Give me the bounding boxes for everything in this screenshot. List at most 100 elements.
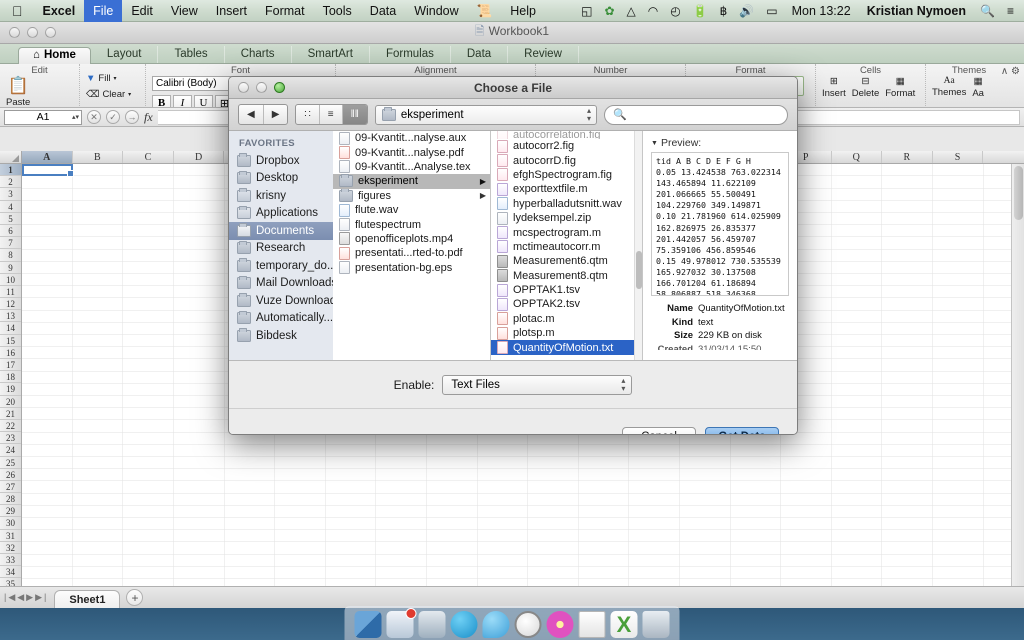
list-item[interactable]: exporttextfile.m: [491, 182, 642, 196]
tab-data[interactable]: Data: [451, 46, 509, 63]
menu-item-data[interactable]: Data: [361, 0, 405, 22]
delete-cells-button[interactable]: ⊟ Delete: [852, 76, 879, 99]
sidebar-item-dropbox[interactable]: Dropbox: [229, 152, 350, 170]
row-header-12[interactable]: 12: [0, 298, 21, 311]
vertical-scrollbar[interactable]: [1011, 164, 1024, 586]
column-header-A[interactable]: A: [22, 151, 73, 163]
row-header-14[interactable]: 14: [0, 322, 21, 335]
row-header-30[interactable]: 30: [0, 517, 21, 530]
list-item[interactable]: Measurement8.qtm: [491, 269, 642, 283]
column-header-C[interactable]: C: [123, 151, 174, 163]
list-item-eksperiment[interactable]: eksperiment ▶: [333, 174, 490, 189]
sidebar-item-mail-downloads[interactable]: Mail Downloads: [229, 275, 350, 293]
list-item[interactable]: autocorrelation.fig: [491, 131, 642, 139]
sidebar-item-automatically[interactable]: Automatically...: [229, 310, 350, 328]
vertical-scrollbar-thumb[interactable]: [1014, 166, 1023, 220]
list-item[interactable]: OPPTAK1.tsv: [491, 283, 642, 297]
row-header-34[interactable]: 34: [0, 566, 21, 579]
row-header-18[interactable]: 18: [0, 371, 21, 384]
row-header-29[interactable]: 29: [0, 505, 21, 518]
list-item[interactable]: 09-Kvantit...nalyse.pdf: [333, 145, 490, 160]
row-header-31[interactable]: 31: [0, 530, 21, 542]
list-item[interactable]: plotsp.m: [491, 326, 642, 340]
script-menu-icon[interactable]: 📜: [468, 0, 502, 22]
row-header-27[interactable]: 27: [0, 481, 21, 494]
timemachine-icon[interactable]: ◴: [664, 0, 686, 22]
sidebar-item-applications[interactable]: Applications: [229, 205, 350, 223]
bold-button[interactable]: B: [152, 95, 171, 107]
sidebar-item-bibdesk[interactable]: Bibdesk: [229, 327, 350, 345]
list-item[interactable]: 09-Kvantit...nalyse.aux: [333, 131, 490, 145]
row-header-20[interactable]: 20: [0, 396, 21, 408]
list-item[interactable]: hyperballadutsnitt.wav: [491, 197, 642, 211]
column-scrollbar-thumb[interactable]: [636, 251, 642, 289]
theme-colors-button[interactable]: ▦ Aa: [972, 76, 984, 99]
view-mode-buttons[interactable]: ∷ ≡ ‖‖: [295, 104, 368, 125]
row-header-16[interactable]: 16: [0, 347, 21, 359]
menu-item-help[interactable]: Help: [501, 0, 545, 22]
list-item[interactable]: openofficeplots.mp4: [333, 232, 490, 246]
sidebar-item-desktop[interactable]: Desktop: [229, 170, 350, 188]
tab-formulas[interactable]: Formulas: [370, 46, 451, 63]
list-item[interactable]: figures ▶: [333, 188, 490, 203]
search-input[interactable]: 🔍: [604, 104, 788, 125]
row-header-1[interactable]: 1: [0, 164, 21, 177]
tab-tables[interactable]: Tables: [158, 46, 225, 63]
row-header-24[interactable]: 24: [0, 444, 21, 457]
paste-button[interactable]: 📋 Paste: [6, 76, 30, 107]
sheet-tab-sheet1[interactable]: Sheet1: [54, 589, 121, 610]
mail-icon[interactable]: [386, 608, 417, 638]
row-header-25[interactable]: 25: [0, 457, 21, 469]
themes-button[interactable]: Aa Themes: [932, 76, 966, 98]
excel-icon[interactable]: X: [610, 611, 638, 638]
disclosure-triangle-icon[interactable]: ▼: [651, 140, 658, 147]
row-header-6[interactable]: 6: [0, 225, 21, 238]
row-header-17[interactable]: 17: [0, 359, 21, 372]
list-item[interactable]: flutespectrum: [333, 217, 490, 232]
list-item-quantityofmotion[interactable]: QuantityOfMotion.txt: [491, 340, 642, 355]
menu-item-format[interactable]: Format: [256, 0, 314, 22]
add-sheet-button[interactable]: +: [126, 589, 144, 606]
opera-icon[interactable]: [514, 611, 542, 638]
column-scrollbar[interactable]: [634, 131, 642, 360]
bluetooth-icon[interactable]: ฿: [714, 0, 734, 22]
name-box-stepper-icon[interactable]: ▴▾: [72, 113, 79, 121]
stepper-icon[interactable]: ▴ ▾: [587, 106, 591, 123]
preview-header[interactable]: ▼ Preview:: [651, 137, 789, 149]
column-header-B[interactable]: B: [73, 151, 124, 163]
apple-logo-icon[interactable]: : [0, 4, 34, 18]
column-header-Q[interactable]: Q: [832, 151, 883, 163]
menu-item-edit[interactable]: Edit: [122, 0, 162, 22]
italic-button[interactable]: I: [173, 95, 192, 107]
row-header-15[interactable]: 15: [0, 335, 21, 347]
sheet-nav-arrows-icon[interactable]: |◀◀▶▶|: [4, 592, 48, 603]
menubar-clock[interactable]: Mon 13:22: [784, 4, 859, 18]
row-header-8[interactable]: 8: [0, 249, 21, 262]
underline-button[interactable]: U: [194, 95, 213, 107]
menubar-username[interactable]: Kristian Nymoen: [859, 4, 974, 18]
insert-cells-button[interactable]: ⊞ Insert: [822, 76, 846, 99]
row-header-7[interactable]: 7: [0, 237, 21, 250]
font-name-field[interactable]: Calibri (Body) ▾: [152, 76, 240, 91]
icon-view-icon[interactable]: ∷: [296, 105, 320, 124]
fx-icon[interactable]: fx: [144, 110, 153, 125]
list-item[interactable]: lydeksempel.zip: [491, 211, 642, 225]
row-header-19[interactable]: 19: [0, 383, 21, 396]
sidebar-item-temporary-documents[interactable]: temporary_do...: [229, 257, 350, 275]
menu-item-tools[interactable]: Tools: [314, 0, 361, 22]
list-item[interactable]: presentation-bg.eps: [333, 261, 490, 275]
menu-item-window[interactable]: Window: [405, 0, 467, 22]
document-icon[interactable]: [578, 611, 606, 638]
column-header-R[interactable]: R: [882, 151, 933, 163]
tab-review[interactable]: Review: [508, 46, 579, 63]
column-header-D[interactable]: D: [174, 151, 225, 163]
row-header-2[interactable]: 2: [0, 176, 21, 189]
photos-flower-icon[interactable]: [546, 611, 574, 638]
fill-button[interactable]: ▼ Fill ▾: [86, 73, 117, 84]
column-view-icon[interactable]: ‖‖: [342, 105, 367, 124]
trash-icon[interactable]: [642, 611, 670, 638]
row-header-3[interactable]: 3: [0, 188, 21, 201]
stepper-icon[interactable]: ▴ ▾: [621, 376, 625, 393]
clear-button[interactable]: ⌫ Clear ▾: [86, 89, 131, 100]
sidebar-item-documents[interactable]: Documents: [229, 222, 350, 240]
